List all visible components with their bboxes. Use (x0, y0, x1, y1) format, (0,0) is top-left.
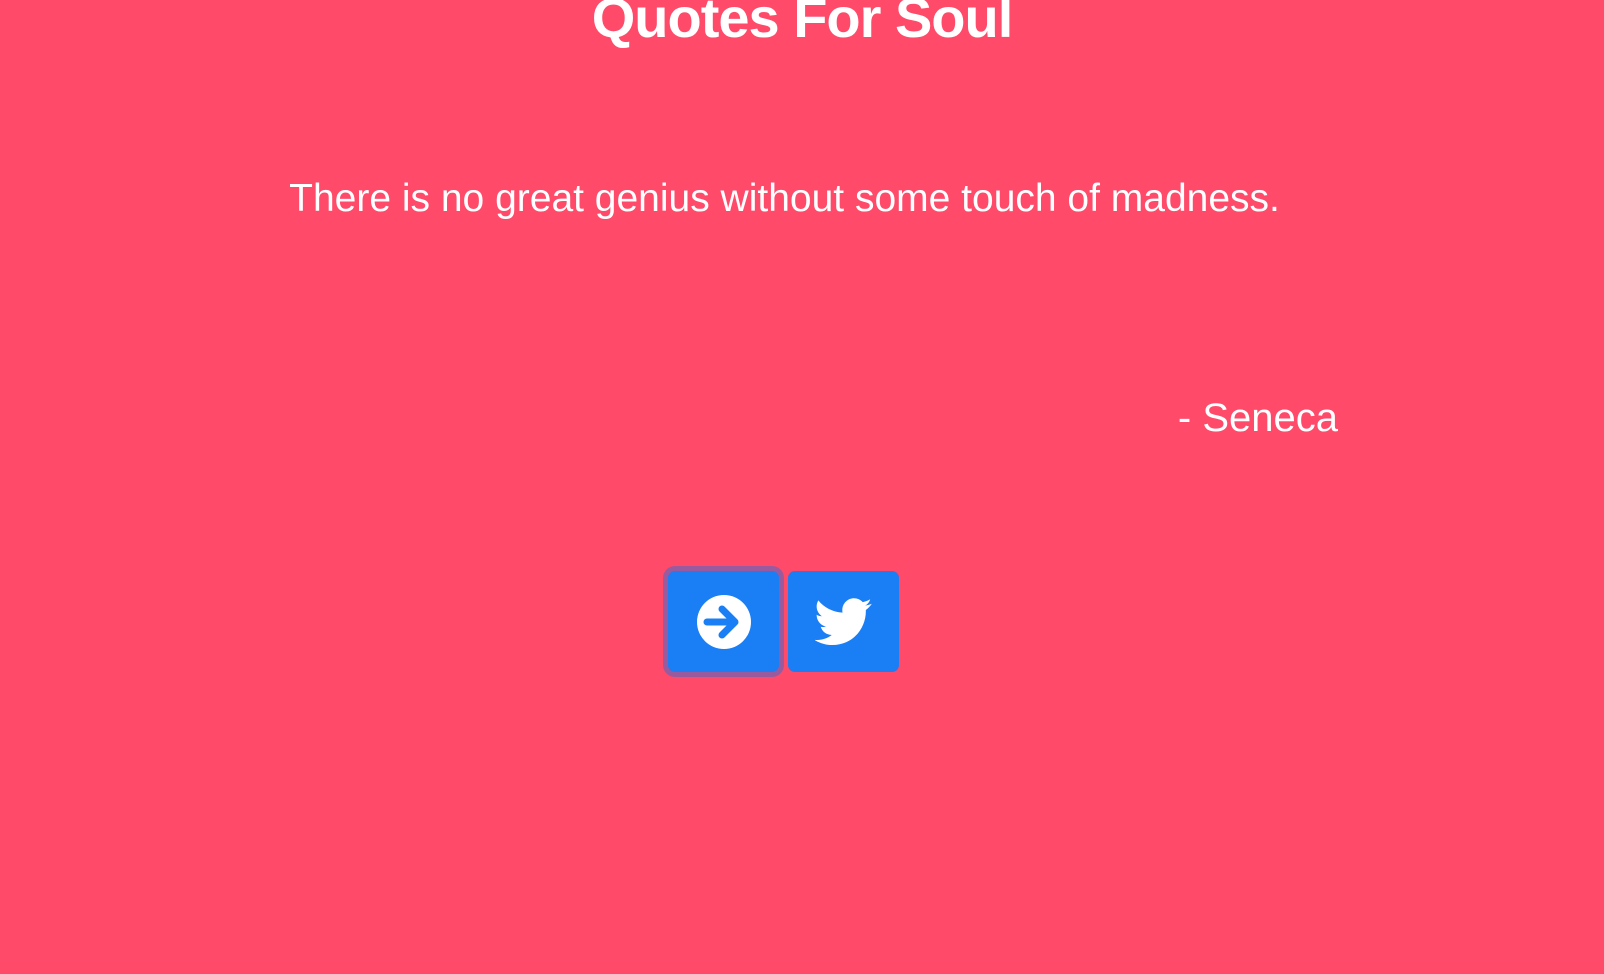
tweet-quote-button[interactable] (788, 571, 899, 672)
arrow-circle-right-icon (695, 593, 753, 651)
quote-author: - Seneca (1177, 396, 1338, 440)
page-title: Quotes For Soul (591, 0, 1014, 49)
quote-text: There is no great genius without some to… (289, 177, 1280, 220)
new-quote-button[interactable] (668, 571, 779, 672)
quote-box: There is no great genius without some to… (262, 150, 1362, 470)
twitter-icon (814, 597, 873, 646)
quote-page: Quotes For Soul There is no great genius… (0, 0, 1604, 974)
